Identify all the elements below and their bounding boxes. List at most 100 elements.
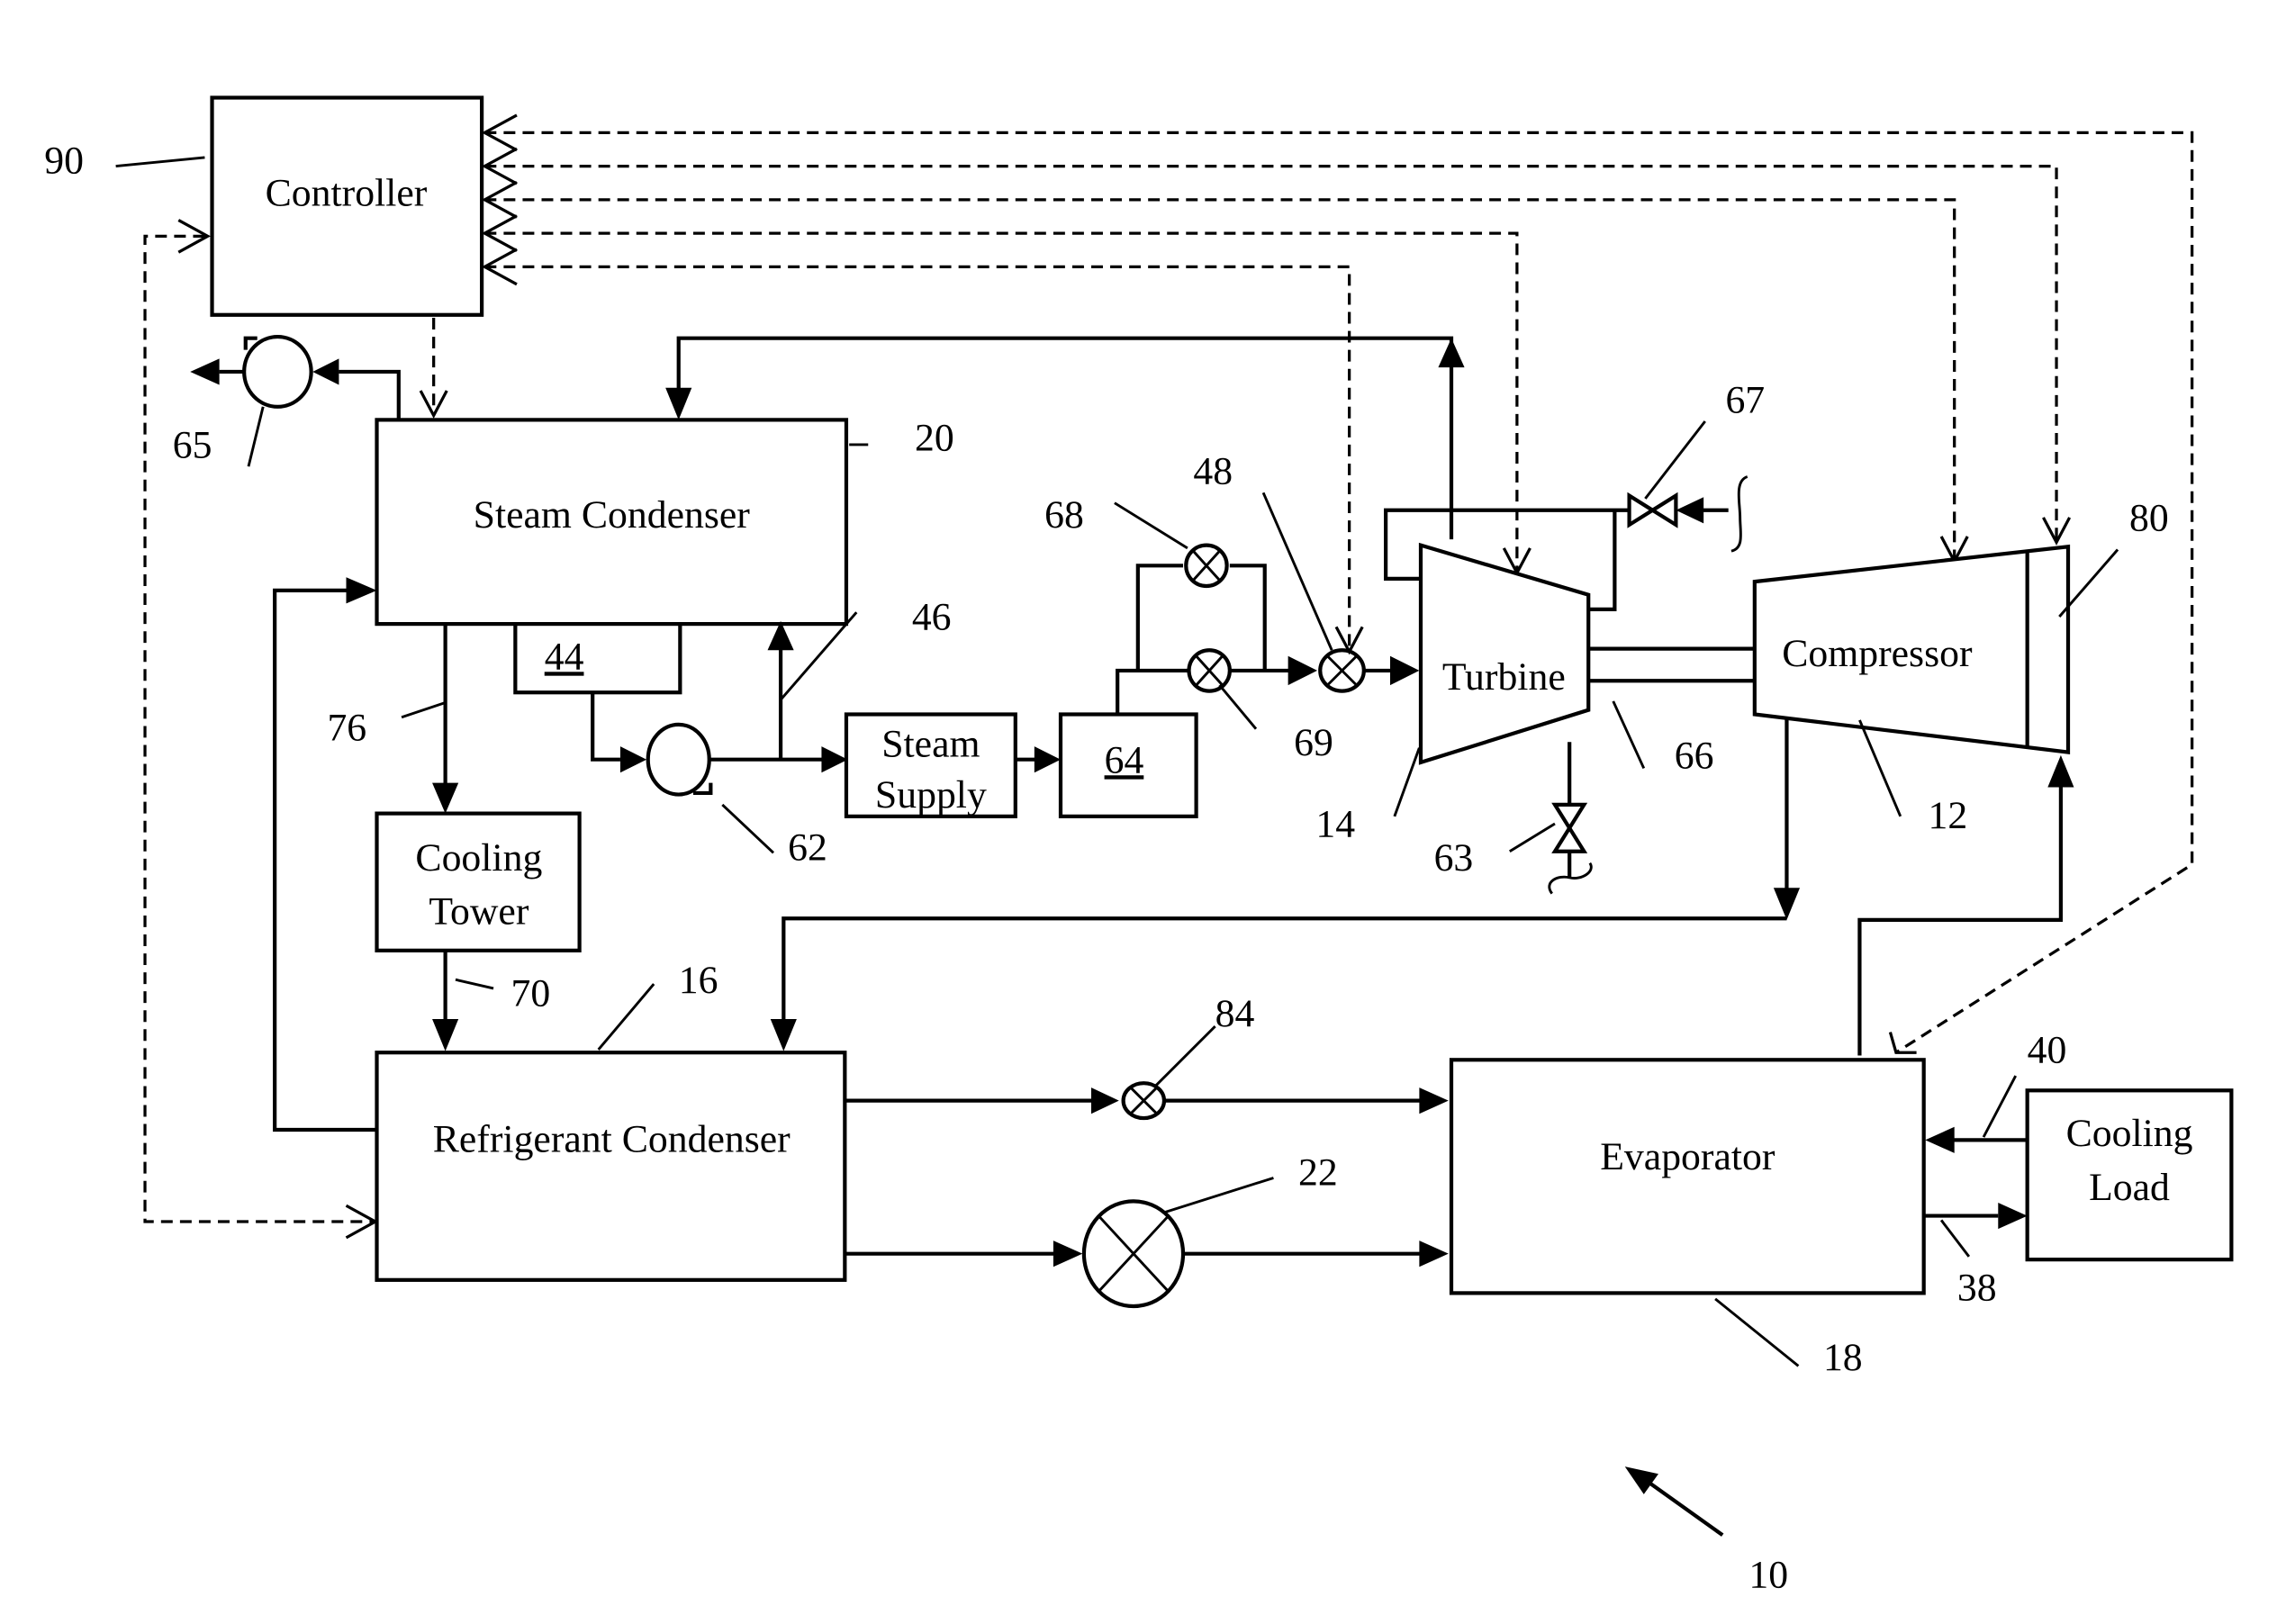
arrowhead-icon: [1925, 1126, 1955, 1153]
valve-84[interactable]: [1121, 1081, 1167, 1121]
leader-68: [1114, 501, 1188, 550]
ref-10: 10: [1748, 1554, 1788, 1597]
ref-18: 18: [1823, 1336, 1863, 1379]
condensate-pump-62: [646, 722, 713, 797]
ref-90: 90: [44, 140, 84, 183]
expansion-valve-22[interactable]: [1081, 1199, 1186, 1309]
arrowhead-icon: [1034, 746, 1062, 773]
refrigerant-condenser-label: Refrigerant Condenser: [433, 1117, 791, 1160]
arrowhead-icon: [1438, 338, 1465, 368]
break-symbol-icon: [1730, 475, 1748, 553]
ref-70: 70: [511, 971, 550, 1015]
leader-67: [1644, 420, 1706, 500]
valve-icon: [1551, 824, 1588, 853]
ref-20: 20: [915, 416, 954, 459]
turbine-label: Turbine: [1442, 655, 1566, 699]
ref-62: 62: [788, 826, 827, 869]
leader-90: [115, 156, 205, 168]
leader-12: [1858, 719, 1902, 817]
ref-67: 67: [1725, 378, 1765, 421]
leader-62: [721, 803, 774, 854]
arrowhead-icon: [1998, 1202, 2028, 1230]
controller-label: Controller: [266, 171, 428, 214]
leader-76: [401, 701, 447, 719]
arrowhead-icon: [1419, 1241, 1449, 1268]
leader-84: [1154, 1025, 1216, 1087]
ref-80: 80: [2129, 496, 2169, 539]
evaporator-label: Evaporator: [1600, 1135, 1775, 1178]
hotwell-44: [513, 621, 682, 695]
pipe: [1588, 510, 1617, 612]
arrowhead-icon: [665, 387, 692, 420]
arrowhead-icon: [770, 1018, 797, 1051]
ref-48: 48: [1193, 450, 1233, 493]
arrowhead-icon: [1091, 1087, 1119, 1114]
cooling-tower-label-1: Cooling: [415, 836, 542, 880]
ref-46: 46: [912, 596, 952, 639]
leader-10: [1640, 1475, 1724, 1537]
valve-67[interactable]: [1627, 492, 1678, 528]
controller: Controller: [210, 95, 484, 317]
arrowhead-icon: [312, 358, 339, 385]
ref-40: 40: [2028, 1029, 2067, 1072]
ref-38: 38: [1957, 1266, 1997, 1309]
steam-supply-label-1: Steam: [881, 722, 980, 765]
vacuum-pump-65: 65: [173, 334, 401, 467]
leader-63: [1509, 822, 1556, 853]
pump-icon: [646, 722, 711, 797]
arrowhead-icon: [1773, 888, 1801, 920]
arrowhead-icon: [1419, 1087, 1449, 1114]
leader-40: [1982, 1075, 2017, 1138]
ref-16: 16: [679, 959, 718, 1002]
boiler-64-label: 64: [1105, 738, 1144, 781]
arrowhead-icon: [1676, 497, 1704, 524]
ref-14: 14: [1315, 803, 1355, 846]
leader-69: [1218, 684, 1258, 730]
arrowhead-icon: [1389, 655, 1420, 686]
ref-76: 76: [327, 707, 366, 750]
ref-66: 66: [1675, 734, 1714, 777]
leader-48: [1261, 492, 1333, 651]
arrowhead-icon: [432, 1018, 459, 1051]
ref-84: 84: [1215, 992, 1255, 1035]
ref-69: 69: [1294, 721, 1333, 764]
valve-48[interactable]: [1318, 648, 1366, 693]
arrowhead-icon: [432, 782, 459, 814]
arrowhead-icon: [619, 746, 647, 773]
pipe: [1229, 564, 1267, 671]
leader-38: [1939, 1219, 1971, 1258]
chiller-system-diagram: Controller 90 65 Steam Condenser 20 44 6…: [44, 95, 2234, 1597]
leader-66: [1612, 700, 1646, 770]
arrowhead-icon: [1288, 655, 1318, 686]
arrowhead-icon: [821, 746, 848, 773]
steam-supply-label-2: Supply: [875, 773, 987, 817]
cooling-load-label-1: Cooling: [2066, 1112, 2193, 1155]
leader-18: [1714, 1297, 1800, 1367]
ref-22: 22: [1298, 1151, 1338, 1195]
pipe: [339, 369, 401, 419]
leader-22: [1161, 1177, 1274, 1214]
steam-condenser-label: Steam Condenser: [474, 493, 751, 537]
pipe: [591, 692, 620, 762]
compressor: Compressor: [1752, 544, 2071, 754]
leader-14: [1393, 747, 1421, 817]
turbine-shape: [1418, 542, 1591, 765]
refrigerant-condenser-box: [375, 1051, 847, 1282]
leader-16: [597, 983, 655, 1051]
hotwell-44-label: 44: [545, 635, 584, 678]
ref-12: 12: [1929, 794, 1968, 837]
arrowhead-icon: [2047, 754, 2074, 788]
pipe: [1135, 564, 1184, 671]
valve-69[interactable]: [1187, 648, 1232, 693]
leader-65: [247, 406, 265, 467]
steam-condenser: Steam Condenser 20: [375, 416, 954, 627]
valve-68[interactable]: [1184, 543, 1229, 589]
ref-68: 68: [1044, 493, 1084, 537]
pump-icon: [242, 334, 313, 409]
pipe-discharge: [782, 916, 1787, 1021]
valve-63[interactable]: [1551, 802, 1588, 853]
cooling-tower-label-2: Tower: [429, 890, 529, 934]
turbine: Turbine: [1418, 542, 1591, 765]
arrowhead-icon: [1624, 1466, 1658, 1494]
valve-icon: [1649, 492, 1678, 528]
